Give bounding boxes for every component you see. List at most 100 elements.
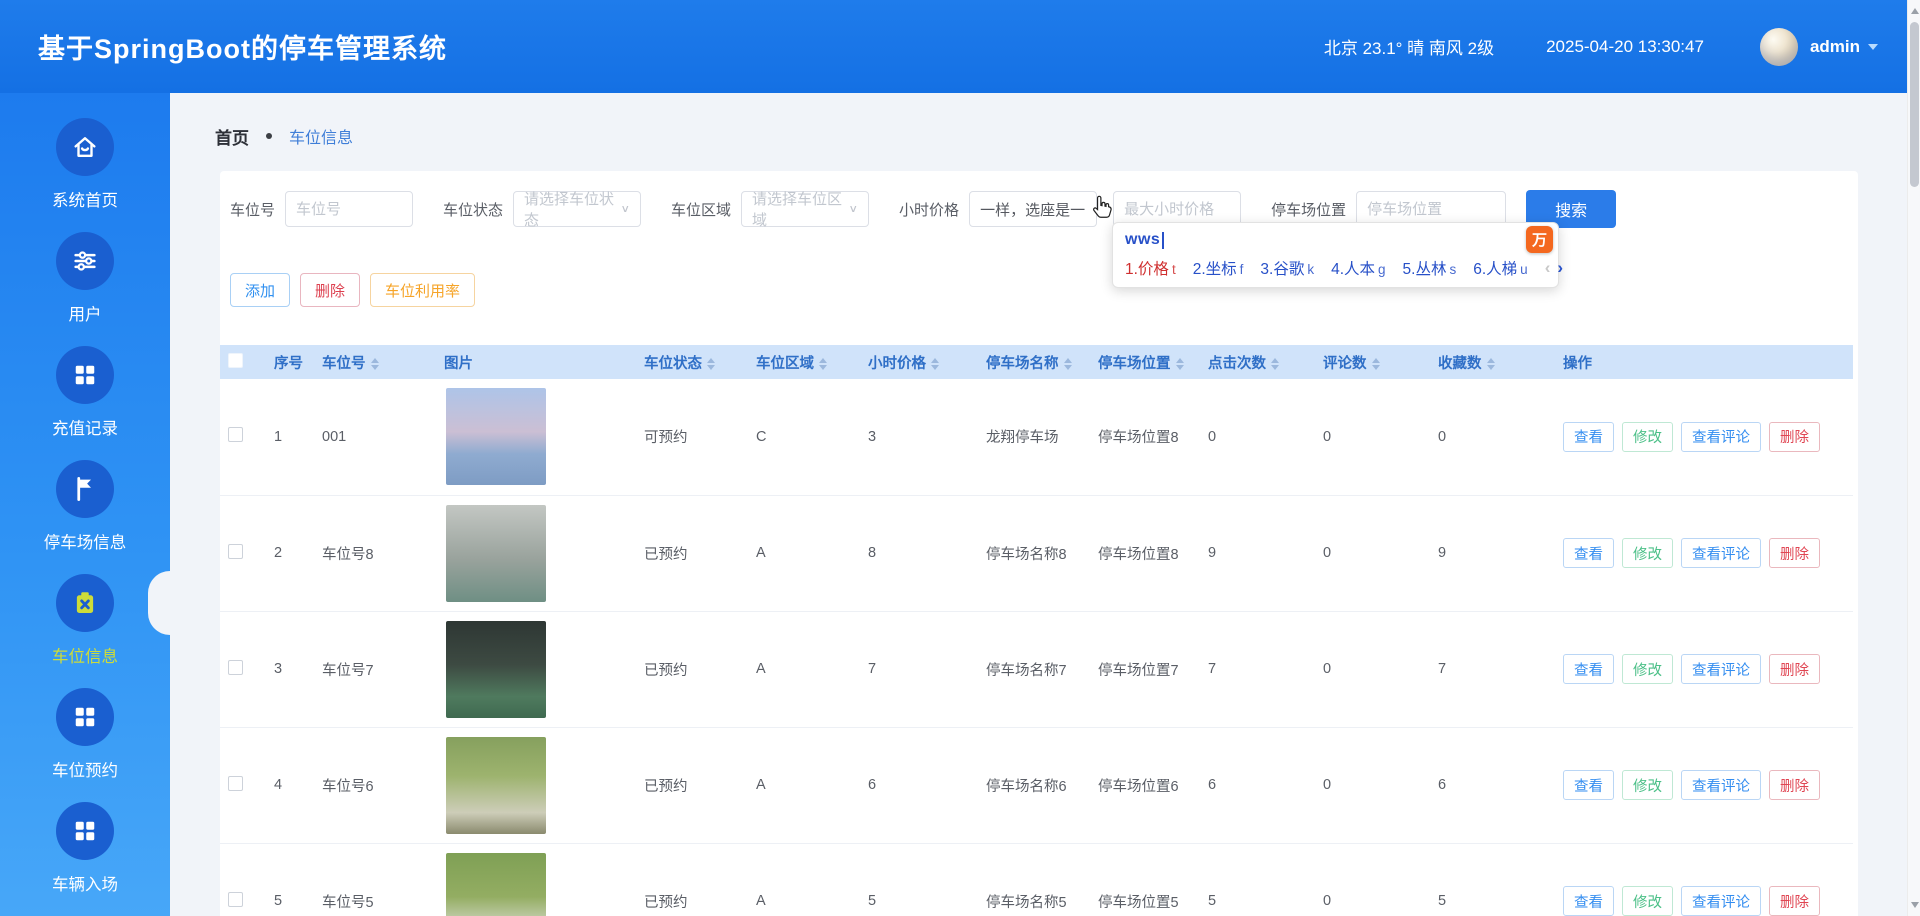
view-row-button[interactable]: 查看	[1563, 886, 1614, 916]
content-card: 车位号 车位状态 请选择车位状态 ∨ 车位区域 请选择车位区域 ∨	[220, 171, 1858, 916]
column-header-停车场名称[interactable]: 停车场名称	[972, 345, 1084, 379]
sidebar-item-停车场信息[interactable]: 停车场信息	[0, 460, 170, 574]
breadcrumb-home[interactable]: 首页	[215, 124, 249, 149]
cell-comments: 0	[1309, 843, 1424, 916]
select-all-checkbox[interactable]	[228, 353, 243, 368]
row-checkbox[interactable]	[228, 776, 243, 791]
sidebar-item-车位预约[interactable]: 车位预约	[0, 688, 170, 802]
sidebar-item-车辆入场[interactable]: 车辆入场	[0, 802, 170, 916]
home-icon	[56, 118, 114, 176]
cell-lot-name: 停车场名称5	[972, 843, 1084, 916]
row-actions: 查看修改查看评论删除	[1563, 422, 1853, 452]
row-checkbox[interactable]	[228, 427, 243, 442]
ime-candidate-4[interactable]: 4.人本g	[1331, 257, 1385, 279]
delete-button[interactable]: 删除	[300, 273, 360, 307]
cell-comments: 0	[1309, 495, 1424, 611]
delete-row-button[interactable]: 删除	[1769, 654, 1820, 684]
column-header-车位状态[interactable]: 车位状态	[630, 345, 742, 379]
cell-comments: 0	[1309, 611, 1424, 727]
spot-no-label: 车位号	[230, 199, 275, 220]
sort-icon[interactable]	[371, 358, 379, 370]
sort-icon[interactable]	[1487, 358, 1495, 370]
column-header-收藏数[interactable]: 收藏数	[1424, 345, 1549, 379]
ime-next-page-icon[interactable]: ›	[1557, 258, 1563, 278]
utilization-button[interactable]: 车位利用率	[370, 273, 475, 307]
price-label: 小时价格	[899, 199, 959, 220]
ime-logo-icon[interactable]: 万	[1526, 226, 1553, 253]
ime-prev-page-icon[interactable]: ‹	[1545, 258, 1551, 278]
sort-icon[interactable]	[819, 358, 827, 370]
view-row-button[interactable]: 查看	[1563, 654, 1614, 684]
spot-no-input[interactable]	[285, 191, 413, 227]
ime-candidate-3[interactable]: 3.谷歌k	[1260, 257, 1314, 279]
column-header-评论数[interactable]: 评论数	[1309, 345, 1424, 379]
sidebar-item-充值记录[interactable]: 充值记录	[0, 346, 170, 460]
row-actions: 查看修改查看评论删除	[1563, 770, 1853, 800]
column-header-车位号[interactable]: 车位号	[308, 345, 430, 379]
cell-area: A	[742, 843, 854, 916]
cell-clicks: 7	[1194, 611, 1309, 727]
cell-favorites: 0	[1424, 379, 1549, 495]
cell-lot-location: 停车场位置8	[1084, 495, 1194, 611]
scrollbar-thumb[interactable]	[1910, 22, 1919, 187]
view-row-button[interactable]: 查看	[1563, 422, 1614, 452]
scroll-down-arrow-icon[interactable]	[1911, 902, 1919, 908]
edit-row-button[interactable]: 修改	[1622, 654, 1673, 684]
min-price-input[interactable]	[969, 191, 1097, 227]
sort-icon[interactable]	[1271, 358, 1279, 370]
edit-row-button[interactable]: 修改	[1622, 422, 1673, 452]
view-row-button[interactable]: 查看	[1563, 770, 1614, 800]
sort-icon[interactable]	[707, 358, 715, 370]
username-label[interactable]: admin	[1810, 37, 1860, 57]
sliders-icon	[56, 232, 114, 290]
cell-spot-no: 车位号5	[308, 843, 430, 916]
cell-favorites: 6	[1424, 727, 1549, 843]
comments-row-button[interactable]: 查看评论	[1681, 538, 1761, 568]
sort-icon[interactable]	[1064, 358, 1072, 370]
ime-candidate-6[interactable]: 6.人梯u	[1473, 257, 1527, 279]
column-header-小时价格[interactable]: 小时价格	[854, 345, 972, 379]
delete-row-button[interactable]: 删除	[1769, 538, 1820, 568]
add-button[interactable]: 添加	[230, 273, 290, 307]
ime-candidate-1[interactable]: 1.价格t	[1125, 257, 1176, 279]
area-select[interactable]: 请选择车位区域 ∨	[741, 191, 869, 227]
ime-candidate-row: 1.价格t2.坐标f3.谷歌k4.人本g5.丛林s6.人梯u ‹ ›	[1125, 257, 1546, 279]
comments-row-button[interactable]: 查看评论	[1681, 654, 1761, 684]
sidebar-item-用户[interactable]: 用户	[0, 232, 170, 346]
delete-row-button[interactable]: 删除	[1769, 770, 1820, 800]
comments-row-button[interactable]: 查看评论	[1681, 422, 1761, 452]
cell-lot-name: 停车场名称6	[972, 727, 1084, 843]
chevron-down-icon[interactable]	[1868, 44, 1878, 50]
cell-favorites: 9	[1424, 495, 1549, 611]
edit-row-button[interactable]: 修改	[1622, 770, 1673, 800]
comments-row-button[interactable]: 查看评论	[1681, 886, 1761, 916]
ime-candidate-2[interactable]: 2.坐标f	[1193, 257, 1244, 279]
sidebar-item-系统首页[interactable]: 系统首页	[0, 118, 170, 232]
row-checkbox[interactable]	[228, 660, 243, 675]
column-header-车位区域[interactable]: 车位区域	[742, 345, 854, 379]
cell-status: 可预约	[630, 379, 742, 495]
ime-candidate-5[interactable]: 5.丛林s	[1403, 257, 1457, 279]
delete-row-button[interactable]: 删除	[1769, 422, 1820, 452]
cell-index: 2	[260, 495, 308, 611]
cell-price: 7	[854, 611, 972, 727]
sort-icon[interactable]	[1372, 358, 1380, 370]
delete-row-button[interactable]: 删除	[1769, 886, 1820, 916]
cell-spot-no: 车位号8	[308, 495, 430, 611]
column-header-停车场位置[interactable]: 停车场位置	[1084, 345, 1194, 379]
breadcrumb: 首页 车位信息	[215, 123, 1920, 149]
main-content: 首页 车位信息 车位号 车位状态 请选择车位状态 ∨ 车位	[170, 93, 1920, 916]
row-checkbox[interactable]	[228, 892, 243, 907]
user-avatar[interactable]	[1760, 28, 1798, 66]
view-row-button[interactable]: 查看	[1563, 538, 1614, 568]
status-select[interactable]: 请选择车位状态 ∨	[513, 191, 641, 227]
edit-row-button[interactable]: 修改	[1622, 886, 1673, 916]
comments-row-button[interactable]: 查看评论	[1681, 770, 1761, 800]
edit-row-button[interactable]: 修改	[1622, 538, 1673, 568]
column-header-点击次数[interactable]: 点击次数	[1194, 345, 1309, 379]
sort-icon[interactable]	[1176, 358, 1184, 370]
scroll-up-arrow-icon[interactable]	[1911, 8, 1919, 14]
sidebar-item-车位信息[interactable]: 车位信息	[0, 574, 170, 688]
sort-icon[interactable]	[931, 358, 939, 370]
row-checkbox[interactable]	[228, 544, 243, 559]
